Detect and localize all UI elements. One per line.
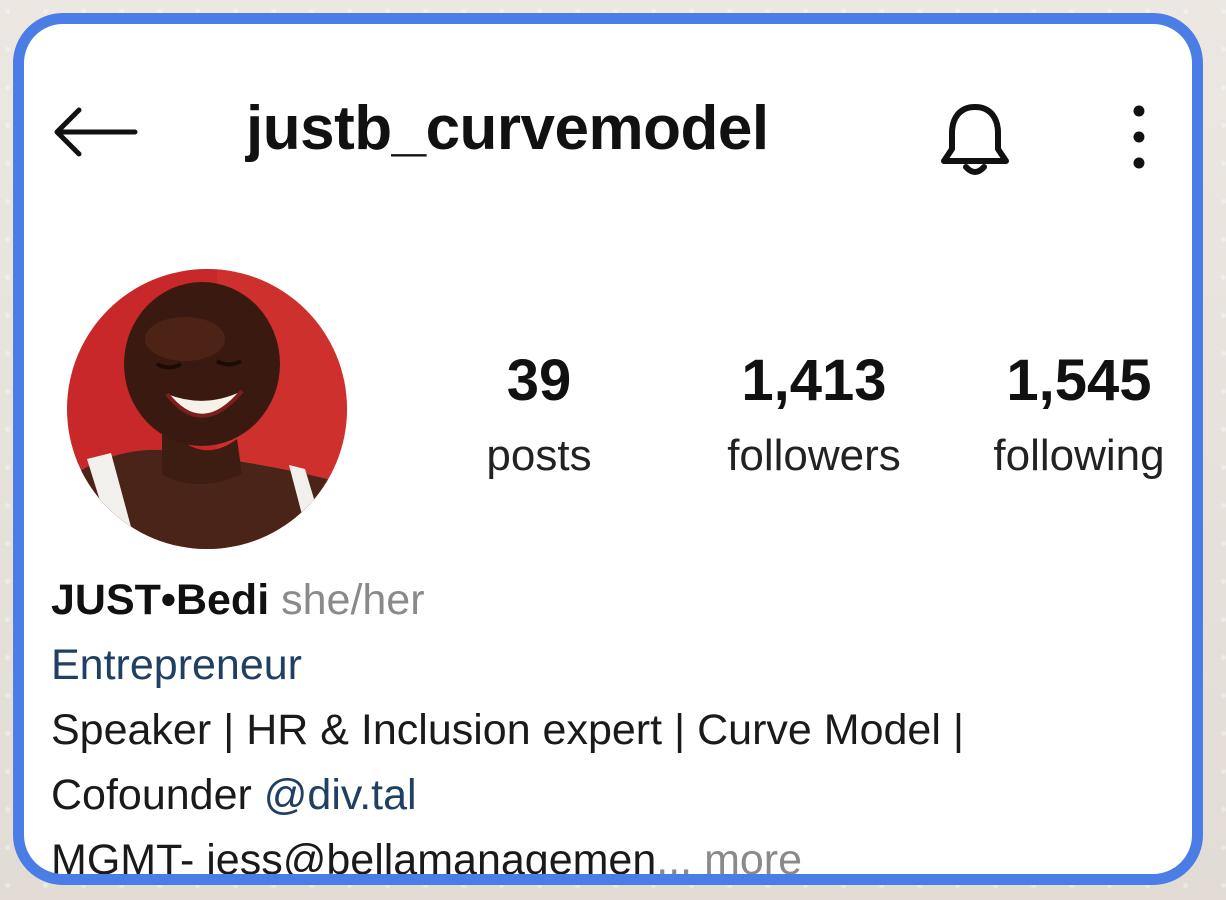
display-name: JUST•Bedi [51,576,270,624]
posts-count-value: 39 [506,348,572,413]
bell-icon[interactable] [939,99,1011,181]
profile-name-line: JUST•Bedi she/her [51,579,425,622]
following-count-value: 1,545 [1006,348,1152,413]
posts-count[interactable]: 39 posts [464,352,614,478]
more-vertical-icon[interactable] [1119,102,1159,172]
followers-count-value: 1,413 [741,348,887,413]
pronouns: she/her [281,576,425,624]
bio-text: MGMT- jess@bellamanagemen [51,836,657,884]
bio-text: Cofounder [51,771,264,819]
bio-ellipsis: ... [656,836,705,884]
following-count[interactable]: 1,545 following [964,348,1192,480]
profile-username: justb_curvemodel [246,94,769,163]
arrow-left-icon[interactable] [49,106,139,158]
more-link[interactable]: more [704,836,802,875]
bio-text-line: MGMT- jess@bellamanagemen... more [51,836,802,884]
profile-avatar[interactable] [67,269,347,549]
bio-text-line: Speaker | HR & Inclusion expert | Curve … [51,706,965,754]
profile-card: justb_curvemodel 39 posts 1,413 follower… [13,13,1203,885]
posts-count-label: posts [486,431,592,480]
followers-count[interactable]: 1,413 followers [699,352,929,478]
following-count-label: following [993,431,1165,480]
mention-link[interactable]: @div.tal [264,771,417,819]
profile-category: Entrepreneur [51,641,302,689]
followers-count-label: followers [727,431,901,480]
bio-text-line: Cofounder @div.tal [51,774,417,817]
